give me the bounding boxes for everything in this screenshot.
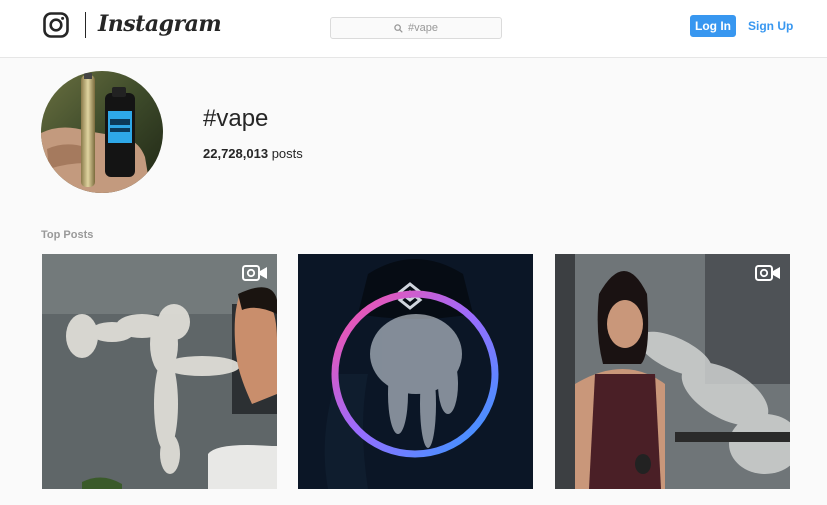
post-photo: [555, 254, 790, 489]
post-count-suffix: posts: [271, 146, 303, 161]
search-icon: [394, 23, 403, 33]
top-post-tile-1[interactable]: [42, 254, 277, 489]
top-post-tile-2[interactable]: [298, 254, 533, 489]
top-posts-heading: Top Posts: [41, 229, 94, 241]
video-icon: [242, 265, 267, 281]
signup-link[interactable]: Sign Up: [748, 19, 793, 33]
top-post-tile-3[interactable]: [555, 254, 790, 489]
search-value: #vape: [408, 22, 438, 34]
instagram-wordmark[interactable]: Instagram: [98, 11, 222, 37]
search-input[interactable]: #vape: [330, 17, 502, 39]
top-navigation-bar: Instagram #vape Log In Sign Up: [0, 0, 827, 58]
post-count: 22,728,013 posts: [203, 146, 303, 161]
login-button[interactable]: Log In: [690, 15, 736, 37]
page-title: #vape: [203, 105, 269, 132]
post-count-value: 22,728,013: [203, 146, 269, 161]
post-photo: [42, 254, 277, 489]
hashtag-avatar-image: [41, 71, 163, 193]
instagram-camera-icon[interactable]: [43, 12, 69, 38]
logo-divider: [85, 12, 86, 38]
post-photo: [298, 254, 533, 489]
video-icon: [755, 265, 780, 281]
